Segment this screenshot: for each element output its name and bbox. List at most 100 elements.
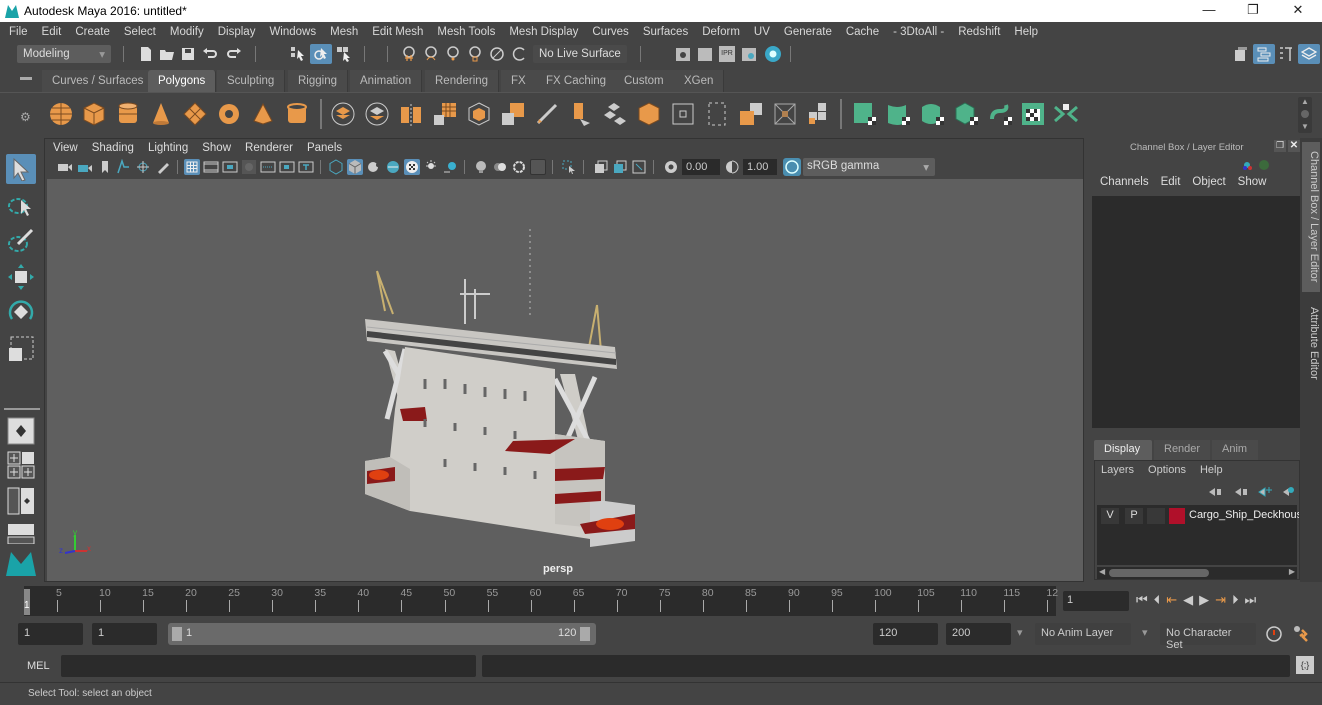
menu-help[interactable]: Help xyxy=(1014,26,1038,38)
menu-modify[interactable]: Modify xyxy=(170,26,204,38)
layer-visibility-toggle[interactable]: V xyxy=(1101,508,1119,524)
xray-icon[interactable] xyxy=(473,159,489,175)
multi-cut-icon[interactable] xyxy=(534,101,560,127)
layer-menu-options[interactable]: Options xyxy=(1148,464,1186,476)
scroll-down-icon[interactable]: ▼ xyxy=(1301,122,1309,131)
scroll-thumb[interactable] xyxy=(1109,569,1209,577)
wireframe-icon[interactable] xyxy=(328,159,344,175)
shelf-tab-xgen[interactable]: XGen xyxy=(674,70,725,92)
mel-command-input[interactable] xyxy=(61,655,476,677)
minimize-button[interactable]: — xyxy=(1194,2,1224,20)
menu-display[interactable]: Display xyxy=(218,26,256,38)
scroll-right-icon[interactable]: ▶ xyxy=(1289,567,1295,576)
menu-create[interactable]: Create xyxy=(75,26,110,38)
script-language-toggle[interactable]: MEL xyxy=(27,660,50,672)
poly-cone-icon[interactable] xyxy=(148,101,174,127)
frame-selected-icon[interactable] xyxy=(612,159,628,175)
go-to-end-icon[interactable]: ⏭ xyxy=(1245,592,1257,608)
select-camera-icon[interactable] xyxy=(57,159,73,175)
poly-torus-icon[interactable] xyxy=(216,101,242,127)
step-back-frame-icon[interactable]: ⏴ xyxy=(1154,592,1161,608)
chevron-down-icon[interactable]: ▾ xyxy=(1017,626,1023,639)
shelf-tab-custom[interactable]: Custom xyxy=(614,70,675,92)
layer-menu-help[interactable]: Help xyxy=(1200,464,1223,476)
use-all-lights-icon[interactable] xyxy=(423,159,439,175)
safe-action-icon[interactable] xyxy=(279,159,295,175)
reduce-icon[interactable] xyxy=(466,101,492,127)
menu-windows[interactable]: Windows xyxy=(269,26,316,38)
snap-to-view-plane-icon[interactable] xyxy=(467,46,483,62)
menu-curves[interactable]: Curves xyxy=(592,26,628,38)
ipr-render-button[interactable]: IPR xyxy=(719,46,735,62)
resolution-gate-icon[interactable] xyxy=(222,159,238,175)
layer-playback-toggle[interactable]: P xyxy=(1125,508,1143,524)
go-to-start-icon[interactable]: ⏮ xyxy=(1136,592,1148,608)
automatic-uv-icon[interactable] xyxy=(954,101,980,127)
step-forward-key-icon[interactable]: ⇥ xyxy=(1215,592,1226,608)
live-surface-field[interactable]: No Live Surface xyxy=(533,45,627,63)
poly-cube-icon[interactable] xyxy=(81,101,107,127)
menu-mesh-tools[interactable]: Mesh Tools xyxy=(437,26,495,38)
frame-all-icon[interactable] xyxy=(593,159,609,175)
film-gate-icon[interactable] xyxy=(203,159,219,175)
persp-outliner-layout-icon[interactable] xyxy=(6,486,36,516)
target-weld-icon[interactable] xyxy=(772,101,798,127)
unfold-uv-icon[interactable] xyxy=(988,101,1014,127)
shelf-tab-rigging[interactable]: Rigging xyxy=(288,70,348,92)
viewport-menu-show[interactable]: Show xyxy=(202,142,231,154)
menu-edit-mesh[interactable]: Edit Mesh xyxy=(372,26,423,38)
poly-sphere-icon[interactable] xyxy=(48,101,74,127)
poly-pyramid-icon[interactable] xyxy=(250,101,276,127)
hud-icon[interactable] xyxy=(631,159,647,175)
shelf-tab-sculpting[interactable]: Sculpting xyxy=(217,70,286,92)
layer-color-swatch[interactable] xyxy=(1169,508,1185,524)
color-space-dropdown[interactable]: sRGB gamma ▾ xyxy=(803,158,935,176)
color-management-toggle[interactable] xyxy=(783,158,801,176)
render-settings-icon[interactable] xyxy=(741,46,757,62)
menu-mesh-display[interactable]: Mesh Display xyxy=(509,26,578,38)
scale-tool-icon[interactable] xyxy=(6,334,36,364)
select-by-component-icon[interactable] xyxy=(336,46,352,62)
bevel-icon[interactable] xyxy=(602,101,628,127)
close-button[interactable]: ✕ xyxy=(1283,2,1313,20)
layer-menu-layers[interactable]: Layers xyxy=(1101,464,1134,476)
layer-tab-display[interactable]: Display xyxy=(1094,440,1152,460)
isolate-select-icon[interactable] xyxy=(561,159,577,175)
append-polygon-icon[interactable] xyxy=(704,101,730,127)
layer-tab-anim[interactable]: Anim xyxy=(1212,440,1258,460)
layer-horizontal-scrollbar[interactable]: ◀ ▶ xyxy=(1097,567,1297,579)
animation-preferences-icon[interactable] xyxy=(1292,624,1312,644)
viewport-menu-lighting[interactable]: Lighting xyxy=(148,142,188,154)
smooth-shade-toggle[interactable] xyxy=(347,159,363,175)
fill-hole-icon[interactable] xyxy=(806,101,832,127)
channel-menu-show[interactable]: Show xyxy=(1238,176,1267,196)
bookmark-icon[interactable] xyxy=(97,159,113,175)
wedge-icon[interactable] xyxy=(670,101,696,127)
menu-surfaces[interactable]: Surfaces xyxy=(643,26,688,38)
snap-to-point-icon[interactable] xyxy=(445,46,461,62)
snap-to-curve-icon[interactable] xyxy=(423,46,439,62)
wireframe-on-shaded-icon[interactable] xyxy=(385,159,401,175)
gate-mask-icon[interactable] xyxy=(241,159,257,175)
gamma-icon[interactable] xyxy=(724,159,740,175)
smooth-icon[interactable] xyxy=(432,101,458,127)
grease-pencil-icon[interactable] xyxy=(155,159,171,175)
cylindrical-uv-icon[interactable] xyxy=(886,101,912,127)
gamma-field[interactable]: 1.00 xyxy=(743,159,777,175)
viewport-menu-view[interactable]: View xyxy=(53,142,78,154)
menu-deform[interactable]: Deform xyxy=(702,26,740,38)
viewport-menu-shading[interactable]: Shading xyxy=(92,142,134,154)
shelf-scrollbar[interactable]: ▲ ▼ xyxy=(1298,97,1312,133)
menu-generate[interactable]: Generate xyxy=(784,26,832,38)
layer-action-icons[interactable] xyxy=(1207,485,1297,499)
maximize-button[interactable]: ❐ xyxy=(1238,2,1268,20)
layer-row[interactable]: V P Cargo_Ship_Deckhous xyxy=(1099,507,1299,525)
channels-list[interactable] xyxy=(1092,196,1300,428)
close-panel-button[interactable]: ✕ xyxy=(1288,140,1300,152)
attribute-editor-toggle[interactable] xyxy=(1253,44,1275,64)
camera-attributes-icon[interactable] xyxy=(77,159,93,175)
paint-select-tool-icon[interactable] xyxy=(6,226,36,256)
viewport-menu-renderer[interactable]: Renderer xyxy=(245,142,293,154)
layer-name[interactable]: Cargo_Ship_Deckhous xyxy=(1189,509,1299,521)
new-scene-icon[interactable] xyxy=(138,46,154,62)
